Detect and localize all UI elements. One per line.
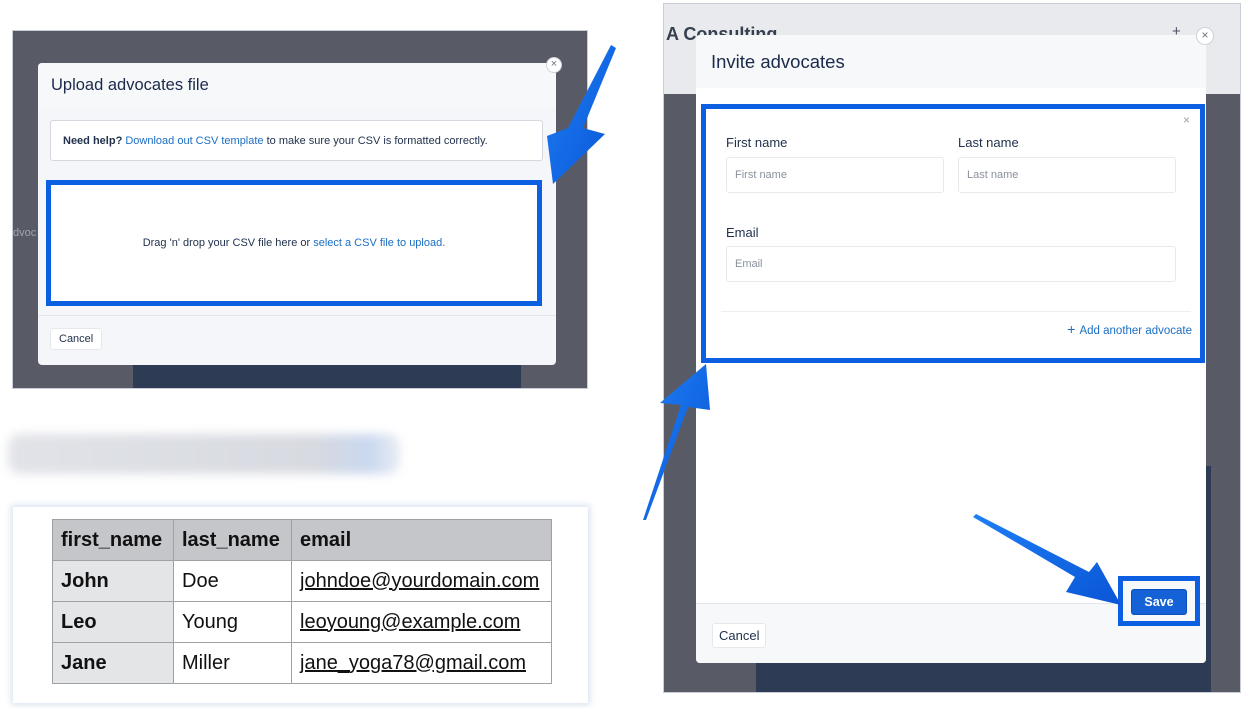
drop-zone-text: Drag 'n' drop your CSV file here or xyxy=(142,237,314,249)
help-banner: Need help? Download out CSV template to … xyxy=(50,120,543,161)
form-divider xyxy=(721,311,1191,312)
table-row: John Doe johndoe@yourdomain.com xyxy=(52,560,552,602)
help-text: to make sure your CSV is formatted corre… xyxy=(263,135,488,147)
column-header: first_name xyxy=(52,519,174,561)
table-cell: Miller xyxy=(173,642,292,684)
table-cell: Doe xyxy=(173,560,292,602)
cancel-button[interactable]: Cancel xyxy=(712,623,767,648)
upload-modal: Upload advocates file × Need help? Downl… xyxy=(38,57,562,365)
select-csv-link[interactable]: select a CSV file to upload. xyxy=(313,237,445,249)
upload-screenshot: dvoc Upload advocates file × Need help? … xyxy=(13,31,587,388)
advocate-form: × First name Last name Email +Add anothe… xyxy=(701,104,1205,363)
column-header: email xyxy=(291,519,552,561)
background-bar xyxy=(133,364,521,388)
invite-screenshot: A Consulting + Invite advocates × × Firs… xyxy=(664,4,1240,692)
table-cell: Jane xyxy=(52,642,174,684)
first-name-label: First name xyxy=(726,135,788,150)
add-advocate-label: Add another advocate xyxy=(1079,325,1192,337)
blurred-caption xyxy=(8,434,400,474)
table-cell: jane_yoga78@gmail.com xyxy=(291,642,552,684)
upload-modal-title: Upload advocates file xyxy=(51,76,209,94)
email-input[interactable] xyxy=(726,246,1176,282)
csv-example-screenshot: first_name last_name email John Doe john… xyxy=(13,507,588,703)
table-cell: John xyxy=(52,560,174,602)
download-template-link[interactable]: Download out CSV template xyxy=(125,135,263,147)
csv-example-table: first_name last_name email John Doe john… xyxy=(52,519,552,684)
last-name-input[interactable] xyxy=(958,157,1176,193)
table-row: Leo Young leoyoung@example.com xyxy=(52,601,552,643)
invite-modal: Invite advocates × × First name Last nam… xyxy=(696,27,1214,663)
table-row: Jane Miller jane_yoga78@gmail.com xyxy=(52,642,552,684)
save-button[interactable]: Save xyxy=(1131,589,1187,615)
csv-drop-zone[interactable]: Drag 'n' drop your CSV file here or sele… xyxy=(46,180,542,306)
email-label: Email xyxy=(726,225,759,240)
help-bold: Need help? xyxy=(63,135,123,147)
invite-modal-title: Invite advocates xyxy=(711,51,845,72)
close-icon[interactable]: × xyxy=(546,57,562,73)
footer-divider xyxy=(38,315,556,316)
column-header: last_name xyxy=(173,519,292,561)
table-header-row: first_name last_name email xyxy=(52,519,552,561)
add-advocate-link[interactable]: + Add another advocate xyxy=(1067,321,1192,337)
cancel-button[interactable]: Cancel xyxy=(50,328,103,350)
table-cell: johndoe@yourdomain.com xyxy=(291,560,552,602)
save-highlight: Save xyxy=(1118,576,1200,626)
table-cell: Leo xyxy=(52,601,174,643)
last-name-label: Last name xyxy=(958,135,1019,150)
close-icon[interactable]: × xyxy=(1183,113,1190,127)
table-cell: leoyoung@example.com xyxy=(291,601,552,643)
close-icon[interactable]: × xyxy=(1196,27,1214,45)
first-name-input[interactable] xyxy=(726,157,944,193)
background-text: dvoc xyxy=(13,227,37,239)
table-cell: Young xyxy=(173,601,292,643)
plus-icon: + xyxy=(1067,321,1076,337)
